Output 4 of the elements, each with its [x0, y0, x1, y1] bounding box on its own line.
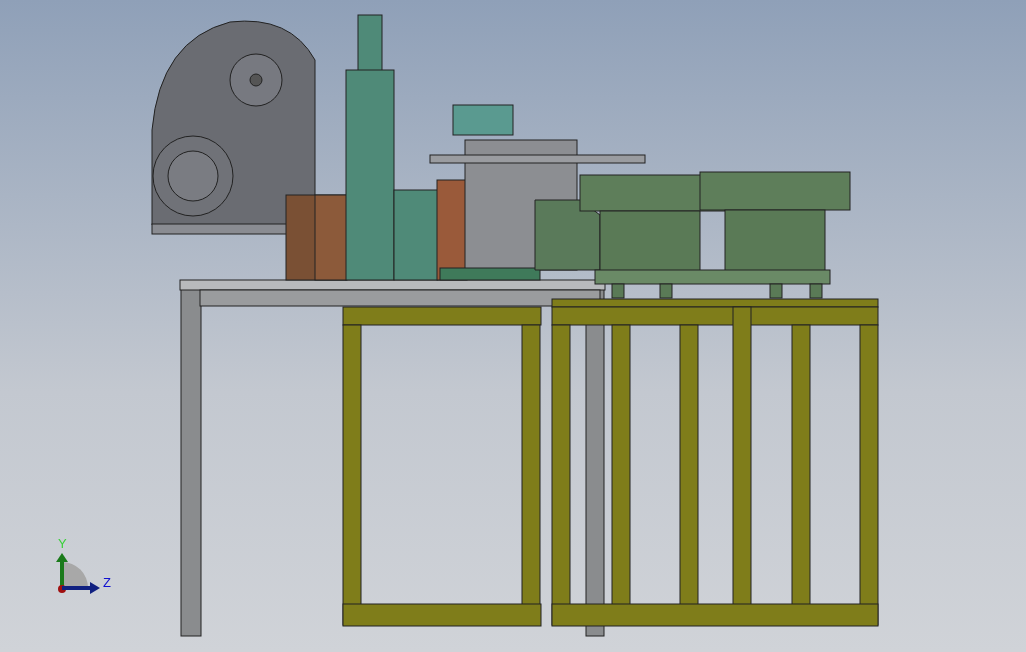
axis-label: Z	[103, 575, 111, 590]
axis-label: Y	[58, 536, 67, 551]
cad-viewport[interactable]: Y Z	[0, 0, 1026, 652]
z-axis-arrow	[58, 582, 100, 594]
